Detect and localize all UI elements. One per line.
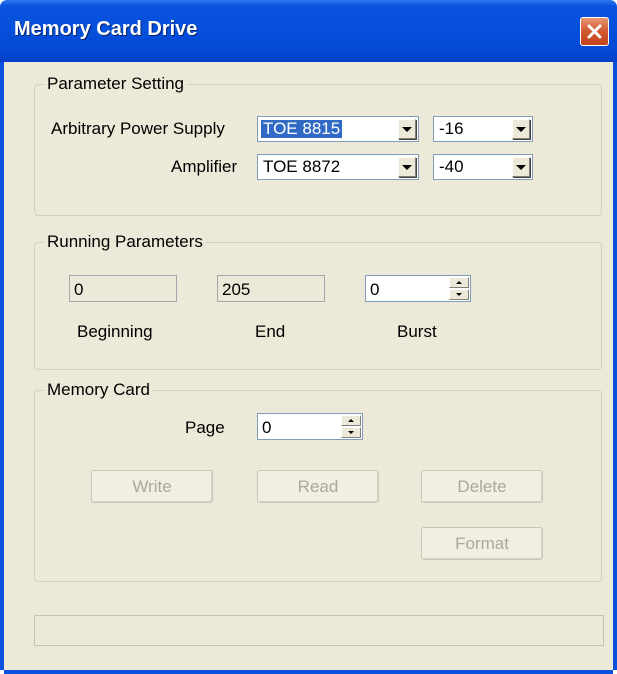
arbitrary-power-supply-model-select[interactable]: TOE 8815 — [257, 116, 419, 142]
title-bar[interactable]: Memory Card Drive — [0, 0, 617, 62]
page-increment-button[interactable] — [341, 415, 361, 426]
close-button[interactable] — [580, 17, 609, 46]
arbitrary-power-supply-model-value: TOE 8815 — [261, 119, 343, 138]
amplifier-model-select[interactable]: TOE 8872 — [257, 154, 419, 180]
memory-card-legend: Memory Card — [44, 380, 153, 400]
running-parameters-group: Running Parameters 0 205 0 Beginning End… — [34, 232, 602, 370]
window-title: Memory Card Drive — [14, 18, 198, 40]
beginning-field: 0 — [69, 275, 177, 302]
burst-label: Burst — [397, 322, 437, 341]
parameter-setting-group: Parameter Setting Arbitrary Power Supply… — [34, 74, 602, 216]
end-field: 205 — [217, 275, 325, 302]
arbitrary-power-supply-label: Arbitrary Power Supply — [51, 119, 225, 138]
spin-arrows-icon — [449, 277, 469, 300]
page-value: 0 — [262, 418, 272, 437]
end-value: 205 — [222, 280, 251, 299]
chevron-down-icon[interactable] — [398, 157, 416, 177]
arbitrary-power-supply-level-value: -16 — [439, 119, 464, 138]
dialog-body: Parameter Setting Arbitrary Power Supply… — [4, 62, 613, 670]
running-parameters-legend: Running Parameters — [44, 232, 206, 252]
amplifier-label: Amplifier — [171, 157, 238, 176]
close-icon — [587, 24, 602, 39]
memory-card-group: Memory Card Page 0 Write Read Delete For… — [34, 380, 602, 582]
parameter-setting-legend: Parameter Setting — [44, 74, 188, 94]
status-bar — [34, 615, 604, 646]
amplifier-model-value: TOE 8872 — [263, 157, 341, 176]
end-label: End — [255, 322, 286, 341]
read-button[interactable]: Read — [257, 470, 379, 503]
arbitrary-power-supply-level-select[interactable]: -16 — [433, 116, 533, 142]
spin-arrows-icon — [341, 415, 361, 438]
page-decrement-button[interactable] — [341, 427, 361, 438]
chevron-down-icon[interactable] — [398, 119, 416, 139]
chevron-down-icon[interactable] — [512, 157, 530, 177]
burst-increment-button[interactable] — [449, 277, 469, 288]
page-stepper[interactable]: 0 — [257, 413, 363, 440]
beginning-value: 0 — [74, 280, 84, 299]
beginning-label: Beginning — [77, 322, 153, 341]
memory-card-drive-window: Memory Card Drive Parameter Setting Arbi… — [0, 0, 617, 674]
page-label: Page — [185, 418, 225, 437]
amplifier-level-select[interactable]: -40 — [433, 154, 533, 180]
format-button[interactable]: Format — [421, 527, 543, 560]
burst-stepper[interactable]: 0 — [365, 275, 471, 302]
delete-button[interactable]: Delete — [421, 470, 543, 503]
amplifier-level-value: -40 — [439, 157, 464, 176]
chevron-down-icon[interactable] — [512, 119, 530, 139]
write-button[interactable]: Write — [91, 470, 213, 503]
burst-value: 0 — [370, 280, 380, 299]
burst-decrement-button[interactable] — [449, 289, 469, 300]
